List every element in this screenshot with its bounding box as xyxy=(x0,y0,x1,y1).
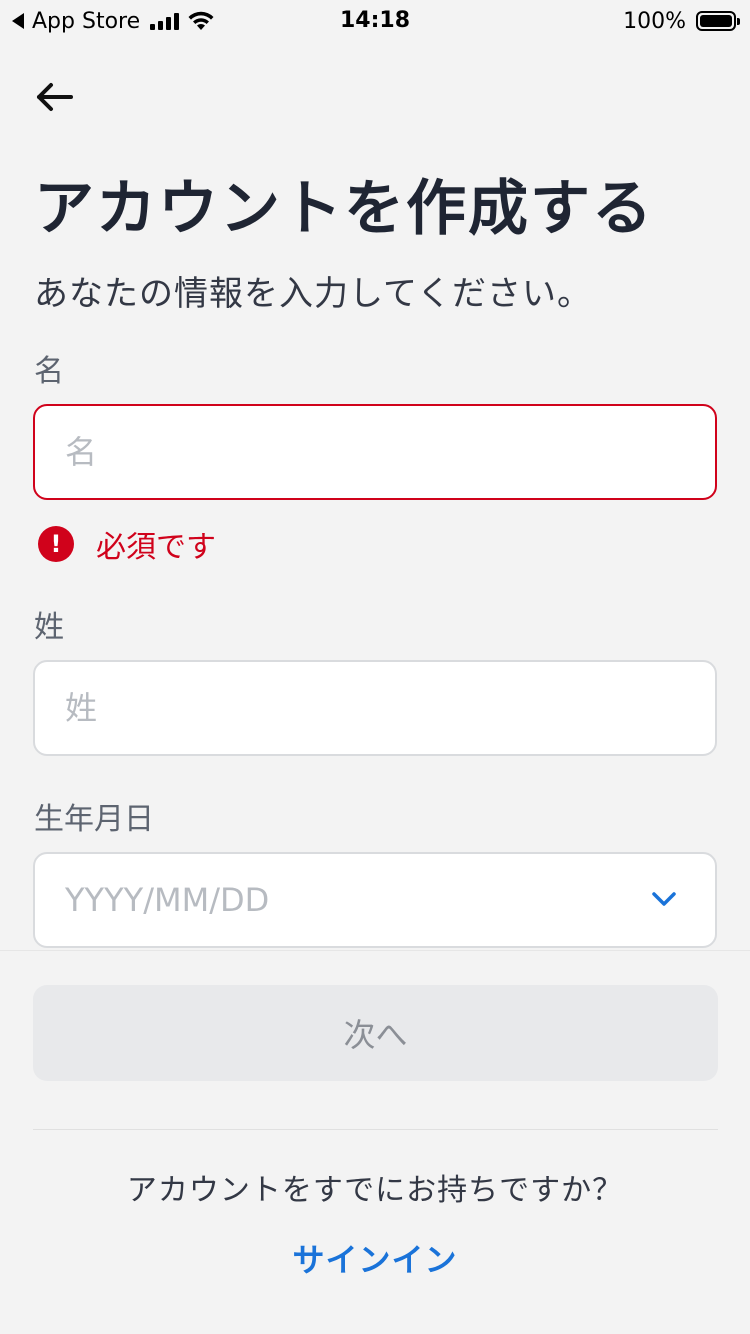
chevron-down-icon[interactable] xyxy=(649,884,679,914)
birthdate-label: 生年月日 xyxy=(34,802,154,837)
last-name-input[interactable] xyxy=(33,660,717,756)
next-button[interactable]: 次へ xyxy=(33,985,718,1081)
first-name-label: 名 xyxy=(34,354,64,389)
bottom-action-area: 次へ アカウントをすでにお持ちですか？ サインイン xyxy=(0,950,750,1334)
last-name-label: 姓 xyxy=(34,610,64,645)
birthdate-placeholder: YYYY/MM/DD xyxy=(65,881,270,919)
page-subtitle: あなたの情報を入力してください。 xyxy=(34,274,592,314)
battery-percent: 100% xyxy=(623,8,686,34)
first-name-error-text: 必須です xyxy=(96,530,216,565)
first-name-error: ! 必須です xyxy=(38,524,216,565)
first-name-input[interactable] xyxy=(33,404,717,500)
divider xyxy=(33,1129,718,1130)
signup-screen: App Store 14:18 100% アカウントを作成する あなたの情報を入… xyxy=(0,0,750,1334)
battery-icon xyxy=(696,11,740,31)
have-account-text: アカウントをすでにお持ちですか？ xyxy=(126,1173,624,1208)
birthdate-picker[interactable]: YYYY/MM/DD xyxy=(33,852,717,948)
page-title: アカウントを作成する xyxy=(34,174,654,244)
arrow-left-icon xyxy=(37,83,73,111)
signin-link[interactable]: サインイン xyxy=(0,1235,750,1281)
status-bar: App Store 14:18 100% xyxy=(0,0,750,40)
battery-status: 100% xyxy=(623,6,740,36)
error-exclamation-icon: ! xyxy=(38,526,74,562)
back-button[interactable] xyxy=(30,72,80,122)
